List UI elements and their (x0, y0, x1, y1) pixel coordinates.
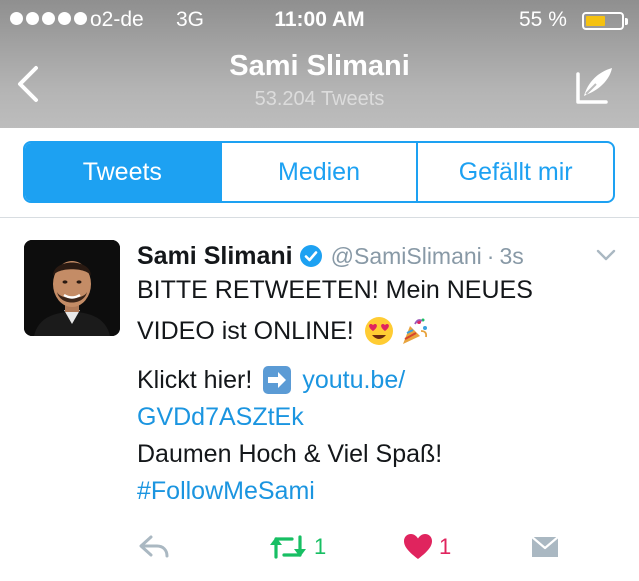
retweet-icon (270, 535, 306, 559)
profile-name: Sami Slimani (229, 50, 410, 82)
heart-eyes-emoji-icon (364, 317, 393, 345)
like-button[interactable]: 1 (403, 530, 451, 564)
battery-level-fill (586, 16, 605, 26)
tweet-time[interactable]: 3s (499, 243, 523, 270)
tweet-text: BITTE RETWEETEN! Mein NEUES (137, 276, 533, 304)
avatar-photo (24, 240, 120, 336)
tweet-text-line-4: GVDd7ASZtEk (137, 403, 304, 432)
like-count: 1 (439, 534, 452, 559)
battery-tip (625, 18, 628, 25)
tab-media[interactable]: Medien (219, 143, 417, 201)
tab-tweets[interactable]: Tweets (25, 143, 220, 201)
reply-icon (139, 535, 169, 558)
verified-badge-icon (299, 245, 322, 267)
profile-header: o2-de 3G 11:00 AM 55 % Sami Slimani 53.2… (0, 0, 639, 128)
tweet-text: VIDEO ist ONLINE! (137, 316, 354, 345)
tweet-link-continued[interactable]: GVDd7ASZtEk (137, 403, 304, 432)
tweet-text-line-3: Klickt hier! youtu.be/ (137, 365, 405, 395)
tweet-text-line-5: Daumen Hoch & Viel Spaß! (137, 440, 442, 469)
heart-icon (404, 534, 432, 559)
compose-tweet-icon (576, 68, 612, 104)
party-popper-emoji-icon (402, 318, 427, 344)
tweet-count: 53.204 Tweets (254, 88, 385, 110)
tweet-text: Daumen Hoch & Viel Spaß! (137, 440, 443, 468)
tweet-link[interactable]: youtu.be/ (302, 366, 405, 395)
profile-tabs: Tweets Medien Gefällt mir (23, 141, 615, 203)
avatar[interactable] (24, 240, 120, 336)
divider (0, 217, 639, 218)
tweet-text-line-1: BITTE RETWEETEN! Mein NEUES (137, 276, 533, 305)
retweet-count: 1 (314, 534, 327, 559)
direct-message-button[interactable] (530, 530, 560, 564)
compose-button[interactable] (572, 64, 616, 106)
hashtag-link[interactable]: #FollowMeSami (137, 477, 315, 506)
right-arrow-emoji-icon (263, 366, 292, 394)
battery-icon (582, 12, 624, 30)
separator-dot: · (486, 242, 495, 269)
retweet-button[interactable]: 1 (268, 530, 326, 564)
envelope-icon (531, 536, 559, 557)
author-name[interactable]: Sami Slimani (137, 242, 293, 271)
chevron-down-icon[interactable] (594, 246, 618, 264)
author-handle[interactable]: @SamiSlimani (331, 243, 482, 270)
tweet-text: Klickt hier! (137, 365, 253, 394)
tweet-header: Sami Slimani @SamiSlimani · 3s (137, 240, 607, 272)
tweet-text-line-2: VIDEO ist ONLINE! (137, 316, 430, 346)
battery-percent: 55 % (519, 8, 567, 31)
tweet-text-line-6: #FollowMeSami (137, 477, 315, 506)
reply-button[interactable] (137, 530, 171, 564)
status-bar: o2-de 3G 11:00 AM 55 % (0, 6, 639, 36)
tab-likes[interactable]: Gefällt mir (416, 143, 613, 201)
